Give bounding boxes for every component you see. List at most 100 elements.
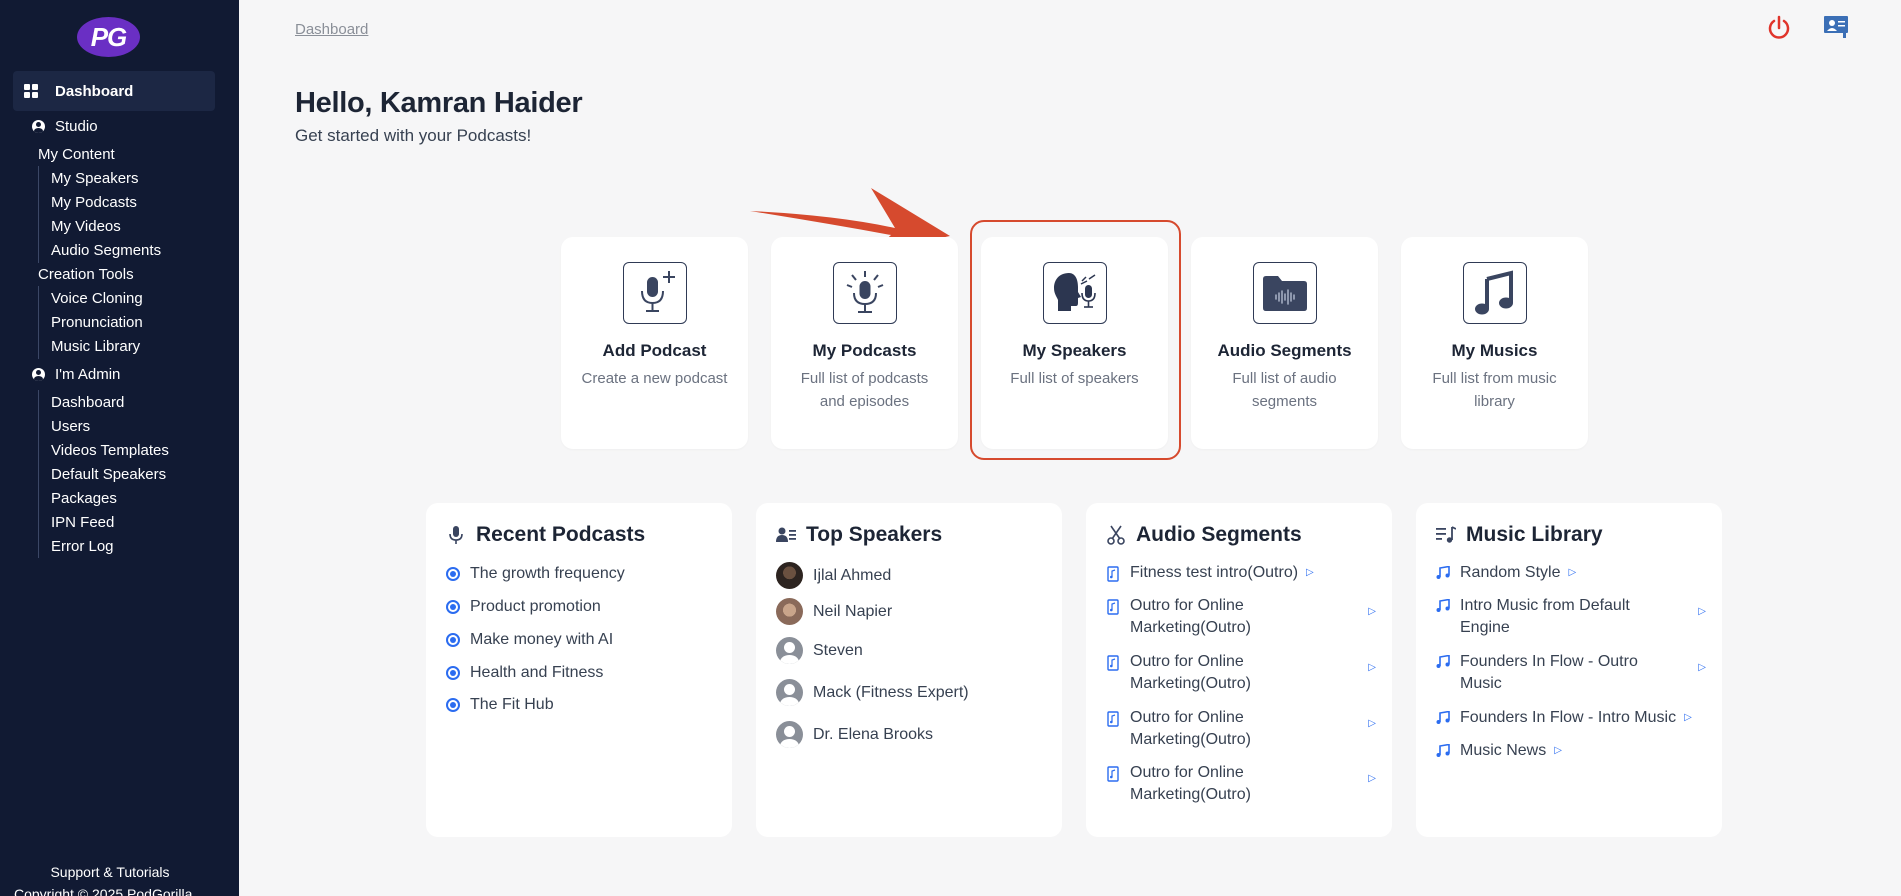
tree-line <box>38 286 39 359</box>
music-list-icon <box>1436 525 1456 545</box>
sidebar-item-music-library[interactable]: Music Library <box>51 338 140 355</box>
card-title: Audio Segments <box>1217 341 1352 360</box>
segment-row[interactable]: Outro for Online Marketing(Outro) ▷ <box>1106 762 1376 806</box>
music-row[interactable]: Music News ▷ <box>1436 740 1706 762</box>
power-icon[interactable] <box>1766 14 1792 42</box>
panel-title: Audio Segments <box>1106 523 1302 547</box>
card-title: My Podcasts <box>812 341 917 360</box>
list-item[interactable]: The Fit Hub <box>446 696 554 714</box>
sidebar-item-my-speakers[interactable]: My Speakers <box>51 170 139 187</box>
sidebar-section-studio[interactable]: Studio <box>32 118 98 135</box>
radio-icon <box>446 633 460 647</box>
panel-top-speakers: Top Speakers Ijlal Ahmed Neil Napier Ste… <box>756 503 1062 837</box>
sidebar-group-my-content[interactable]: My Content <box>38 146 115 163</box>
panel-music-library: Music Library Random Style ▷ Intro Music … <box>1416 503 1722 837</box>
play-icon[interactable]: ▷ <box>1368 768 1376 790</box>
radio-icon <box>446 600 460 614</box>
music-row[interactable]: Founders In Flow - Intro Music ▷ <box>1436 707 1706 729</box>
play-icon[interactable]: ▷ <box>1368 601 1376 623</box>
play-icon[interactable]: ▷ <box>1698 657 1706 679</box>
play-icon[interactable]: ▷ <box>1554 740 1562 762</box>
play-icon[interactable]: ▷ <box>1684 707 1692 729</box>
microphone-icon <box>446 525 466 545</box>
app-logo[interactable]: PG <box>77 17 140 57</box>
music-note-icon <box>1436 711 1450 724</box>
card-my-podcasts[interactable]: My Podcasts Full list of podcasts and ep… <box>771 237 958 449</box>
sidebar-item-my-podcasts[interactable]: My Podcasts <box>51 194 137 211</box>
mic-broadcast-icon <box>832 262 897 324</box>
panel-title: Top Speakers <box>776 523 942 547</box>
panel-audio-segments: Audio Segments Fitness test intro(Outro)… <box>1086 503 1392 837</box>
page-subtitle: Get started with your Podcasts! <box>295 126 532 145</box>
scissors-icon <box>1106 525 1126 545</box>
breadcrumb[interactable]: Dashboard <box>295 21 368 38</box>
music-row[interactable]: Intro Music from Default Engine ▷ <box>1436 595 1706 639</box>
list-item[interactable]: Health and Fitness <box>446 664 603 682</box>
play-icon[interactable]: ▷ <box>1698 601 1706 623</box>
speaker-row[interactable]: Ijlal Ahmed <box>776 562 891 589</box>
music-row[interactable]: Random Style ▷ <box>1436 562 1706 584</box>
audio-file-icon <box>1107 766 1119 782</box>
audio-file-icon <box>1107 655 1119 671</box>
sidebar-item-packages[interactable]: Packages <box>51 490 117 507</box>
user-list-icon <box>776 525 796 545</box>
list-item[interactable]: The growth frequency <box>446 565 625 583</box>
speaker-row[interactable]: Mack (Fitness Expert) <box>776 679 969 706</box>
avatar <box>776 721 803 748</box>
user-circle-icon <box>32 120 45 133</box>
sidebar-item-admin-dashboard[interactable]: Dashboard <box>51 394 124 411</box>
sidebar-item-videos-templates[interactable]: Videos Templates <box>51 442 169 459</box>
sidebar-item-label: Studio <box>55 118 98 135</box>
audio-file-icon <box>1107 599 1119 615</box>
music-note-icon <box>1436 566 1450 579</box>
segment-row[interactable]: Outro for Online Marketing(Outro) ▷ <box>1106 595 1376 639</box>
segment-row[interactable]: Fitness test intro(Outro) ▷ <box>1106 562 1376 584</box>
audio-file-icon <box>1107 566 1119 582</box>
sidebar-item-audio-segments[interactable]: Audio Segments <box>51 242 161 259</box>
play-icon[interactable]: ▷ <box>1368 657 1376 679</box>
play-icon[interactable]: ▷ <box>1368 713 1376 735</box>
copyright-text: Copyright © 2025 PodGorilla <box>14 886 193 896</box>
highlight-box <box>970 220 1181 460</box>
play-icon[interactable]: ▷ <box>1306 562 1314 584</box>
audio-file-icon <box>1107 711 1119 727</box>
panel-title: Recent Podcasts <box>446 523 645 547</box>
avatar <box>776 679 803 706</box>
sidebar-item-dashboard[interactable]: Dashboard <box>13 71 215 111</box>
panel-title: Music Library <box>1436 523 1603 547</box>
user-circle-icon <box>32 368 45 381</box>
speaker-row[interactable]: Steven <box>776 637 863 664</box>
play-icon[interactable]: ▷ <box>1569 562 1577 584</box>
list-item[interactable]: Product promotion <box>446 598 601 616</box>
sidebar-item-error-log[interactable]: Error Log <box>51 538 114 555</box>
music-note-icon <box>1436 599 1450 612</box>
list-item[interactable]: Make money with AI <box>446 631 613 649</box>
card-title: My Musics <box>1451 341 1538 360</box>
tree-line <box>38 166 39 263</box>
sidebar-item-users[interactable]: Users <box>51 418 90 435</box>
admin-panel-icon[interactable] <box>1823 15 1849 39</box>
sidebar-item-label: I'm Admin <box>55 366 121 383</box>
card-my-musics[interactable]: My Musics Full list from music library <box>1401 237 1588 449</box>
sidebar-section-admin[interactable]: I'm Admin <box>32 366 120 383</box>
sidebar-item-default-speakers[interactable]: Default Speakers <box>51 466 166 483</box>
card-add-podcast[interactable]: Add Podcast Create a new podcast <box>561 237 748 449</box>
dashboard-icon <box>24 84 38 98</box>
avatar <box>776 598 803 625</box>
sidebar-item-pronunciation[interactable]: Pronunciation <box>51 314 143 331</box>
sidebar-group-creation-tools[interactable]: Creation Tools <box>38 266 134 283</box>
speaker-row[interactable]: Neil Napier <box>776 598 892 625</box>
speaker-row[interactable]: Dr. Elena Brooks <box>776 721 933 748</box>
music-row[interactable]: Founders In Flow - Outro Music ▷ <box>1436 651 1706 695</box>
radio-icon <box>446 666 460 680</box>
segment-row[interactable]: Outro for Online Marketing(Outro) ▷ <box>1106 707 1376 751</box>
card-audio-segments[interactable]: Audio Segments Full list of audio segmen… <box>1191 237 1378 449</box>
segment-row[interactable]: Outro for Online Marketing(Outro) ▷ <box>1106 651 1376 695</box>
card-desc: Full list from music library <box>1432 370 1557 410</box>
sidebar-item-ipn-feed[interactable]: IPN Feed <box>51 514 114 531</box>
sidebar-item-my-videos[interactable]: My Videos <box>51 218 121 235</box>
radio-icon <box>446 698 460 712</box>
music-note-icon <box>1436 744 1450 757</box>
sidebar-item-voice-cloning[interactable]: Voice Cloning <box>51 290 143 307</box>
support-link[interactable]: Support & Tutorials <box>0 864 220 880</box>
